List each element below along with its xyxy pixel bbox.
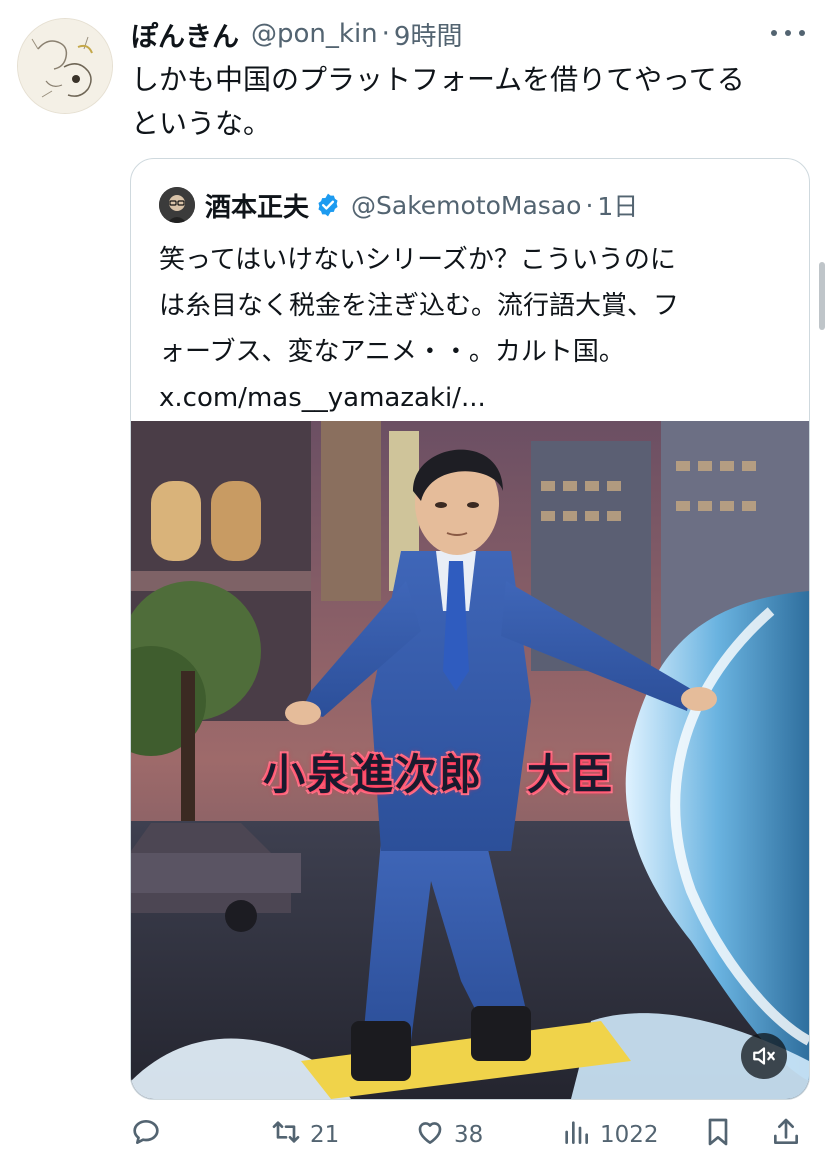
post-text: しかも中国のプラットフォームを借りてやってる というな。 [131, 63, 745, 140]
quoted-video[interactable]: 小泉進次郎 大臣 [131, 421, 809, 1099]
retweet-icon [270, 1116, 310, 1154]
quoted-author-name[interactable]: 酒本正夫 [205, 187, 309, 224]
view-count: 1022 [600, 1122, 659, 1148]
verified-badge-icon [315, 192, 341, 218]
quoted-post-header: 酒本正夫 @SakemotoMasao · 1日 [159, 185, 638, 225]
separator-dot: · [381, 19, 390, 49]
share-icon [770, 1116, 810, 1154]
scrollbar[interactable] [819, 262, 825, 330]
retweet-count: 21 [310, 1122, 340, 1148]
video-caption: 小泉進次郎 大臣 [263, 750, 616, 799]
quoted-post-time[interactable]: 1日 [597, 187, 638, 223]
mute-icon[interactable] [741, 1033, 787, 1079]
quoted-author-handle[interactable]: @SakemotoMasao [351, 191, 581, 220]
author-avatar[interactable] [17, 18, 113, 114]
author-handle[interactable]: @pon_kin [251, 19, 378, 49]
separator-dot: · [585, 190, 594, 220]
post-time[interactable]: 9時間 [394, 16, 463, 53]
like-icon [414, 1116, 454, 1154]
retweet-button[interactable]: 21 [270, 1112, 339, 1158]
reply-button[interactable] [130, 1112, 170, 1158]
more-icon[interactable] [766, 20, 810, 46]
like-count: 38 [454, 1122, 484, 1148]
post-header: ぽんきん @pon_kin · 9時間 [131, 14, 808, 54]
bookmark-button[interactable] [702, 1112, 742, 1158]
views-button[interactable]: 1022 [560, 1112, 659, 1158]
bookmark-icon [702, 1116, 742, 1154]
quoted-author-avatar[interactable] [159, 187, 195, 223]
share-button[interactable] [770, 1112, 810, 1158]
like-button[interactable]: 38 [414, 1112, 483, 1158]
quoted-post-text: 笑ってはいけないシリーズか？こういうのに は糸目なく税金を注ぎ込む。流行語大賞、… [159, 245, 680, 413]
quoted-post-card[interactable]: 酒本正夫 @SakemotoMasao · 1日 笑ってはいけないシリーズか？こ… [130, 158, 810, 1100]
action-bar: 21 38 1022 [130, 1112, 810, 1158]
views-icon [560, 1116, 600, 1154]
author-name[interactable]: ぽんきん [131, 15, 239, 54]
reply-icon [130, 1116, 170, 1154]
